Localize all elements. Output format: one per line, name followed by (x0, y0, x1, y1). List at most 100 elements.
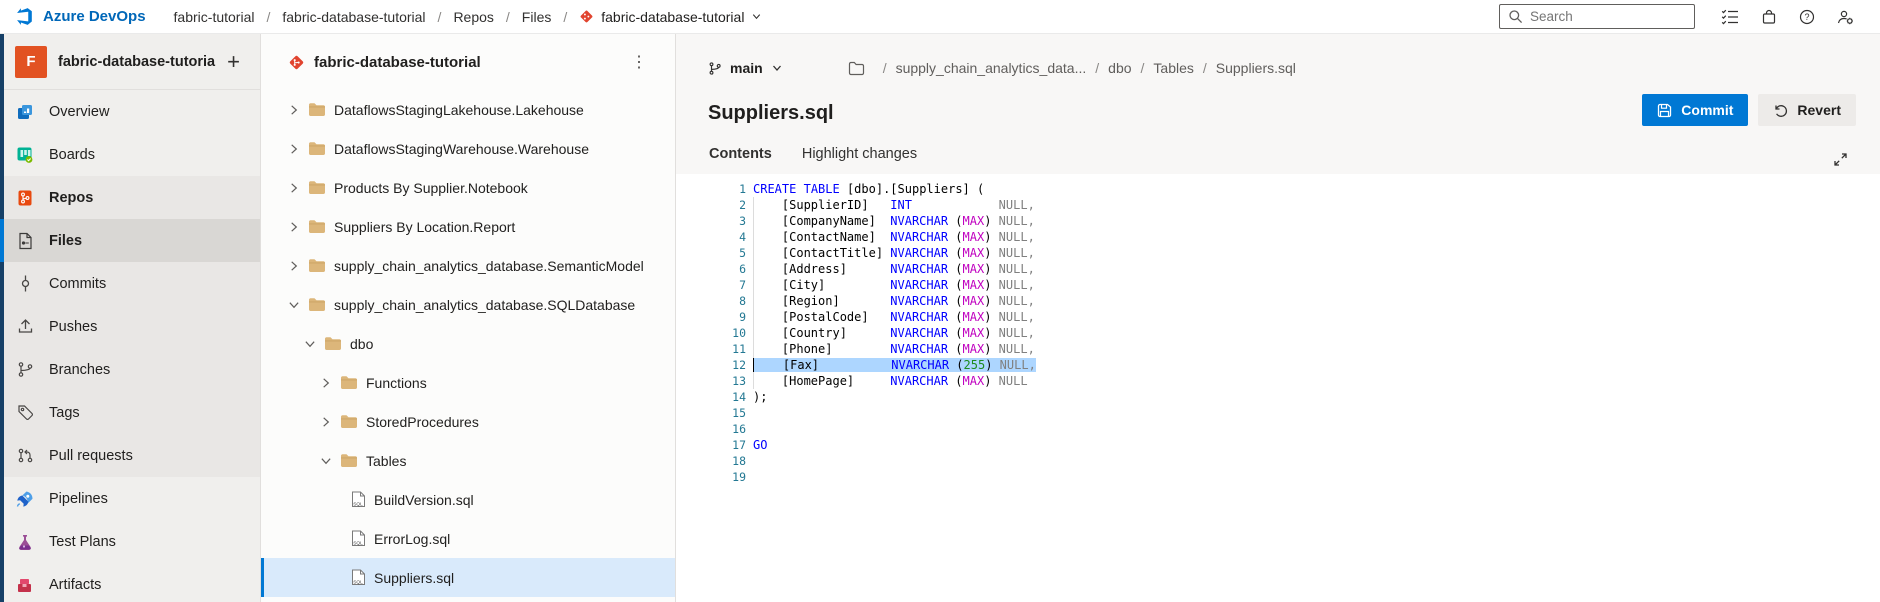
chevron-down-icon[interactable] (319, 455, 332, 467)
breadcrumb-item-fabric-database-tutorial[interactable]: fabric-database-tutorial (282, 9, 425, 25)
sidebar-item-pushes[interactable]: Pushes (0, 305, 260, 348)
add-project-button[interactable]: + (227, 51, 240, 73)
line-number[interactable]: 8 (676, 293, 746, 309)
path-segment-suppliers-sql[interactable]: Suppliers.sql (1216, 60, 1296, 76)
tree-item-suppliers-sql[interactable]: SQLSuppliers.sql (261, 558, 675, 597)
code-line[interactable]: 14); (676, 389, 1880, 405)
sidebar-item-test-plans[interactable]: Test Plans (0, 520, 260, 563)
line-number[interactable]: 9 (676, 309, 746, 325)
path-segment-tables[interactable]: Tables (1153, 60, 1193, 76)
code-line[interactable]: 7 [City] NVARCHAR (MAX) NULL, (676, 277, 1880, 293)
tree-item-functions[interactable]: Functions (261, 363, 675, 402)
sidebar-item-commits[interactable]: Commits (0, 262, 260, 305)
code-line[interactable]: 18 (676, 453, 1880, 469)
line-number[interactable]: 11 (676, 341, 746, 357)
line-number[interactable]: 13 (676, 373, 746, 389)
line-number[interactable]: 4 (676, 229, 746, 245)
code-line[interactable]: 8 [Region] NVARCHAR (MAX) NULL, (676, 293, 1880, 309)
code-line[interactable]: 13 [HomePage] NVARCHAR (MAX) NULL (676, 373, 1880, 389)
tab-contents[interactable]: Contents (708, 144, 773, 174)
sidebar-item-branches[interactable]: Branches (0, 348, 260, 391)
tab-highlight-changes[interactable]: Highlight changes (801, 144, 918, 174)
project-avatar[interactable]: F (15, 46, 47, 78)
code-line[interactable]: 16 (676, 421, 1880, 437)
search-box[interactable] (1499, 4, 1695, 29)
path-segment-dbo[interactable]: dbo (1108, 60, 1131, 76)
code-line[interactable]: 17GO (676, 437, 1880, 453)
tree-item-supply-chain-analytics-database-semanticmodel[interactable]: supply_chain_analytics_database.Semantic… (261, 246, 675, 285)
path-segment-supply-chain-analytics-data[interactable]: supply_chain_analytics_data... (896, 60, 1087, 76)
code-line[interactable]: 11 [Phone] NVARCHAR (MAX) NULL, (676, 341, 1880, 357)
help-icon[interactable]: ? (1799, 9, 1815, 25)
line-number[interactable]: 5 (676, 245, 746, 261)
brand-title[interactable]: Azure DevOps (43, 8, 146, 25)
line-number[interactable]: 14 (676, 389, 746, 405)
line-number[interactable]: 3 (676, 213, 746, 229)
code-line[interactable]: 6 [Address] NVARCHAR (MAX) NULL, (676, 261, 1880, 277)
sidebar-item-pull-requests[interactable]: Pull requests (0, 434, 260, 477)
more-options-icon[interactable]: ⋮ (631, 52, 647, 72)
tree-item-storedprocedures[interactable]: StoredProcedures (261, 402, 675, 441)
code-line[interactable]: 12 [Fax] NVARCHAR (255) NULL, (676, 357, 1880, 373)
chevron-right-icon[interactable] (287, 221, 300, 233)
tree-item-products-by-supplier-notebook[interactable]: Products By Supplier.Notebook (261, 168, 675, 207)
line-number[interactable]: 12 (676, 357, 746, 373)
line-number[interactable]: 7 (676, 277, 746, 293)
folder-outline-icon[interactable] (848, 61, 865, 76)
chevron-right-icon[interactable] (287, 182, 300, 194)
branch-selector[interactable]: main (708, 60, 783, 76)
code-line[interactable]: 1CREATE TABLE [dbo].[Suppliers] ( (676, 181, 1880, 197)
line-number[interactable]: 10 (676, 325, 746, 341)
breadcrumb-item-fabric-tutorial[interactable]: fabric-tutorial (174, 9, 255, 25)
line-number[interactable]: 2 (676, 197, 746, 213)
sidebar-item-boards[interactable]: Boards (0, 133, 260, 176)
fullscreen-icon[interactable] (1833, 152, 1848, 167)
repo-name[interactable]: fabric-database-tutorial (314, 54, 481, 71)
user-settings-icon[interactable] (1837, 9, 1854, 25)
breadcrumb-item-repos[interactable]: Repos (453, 9, 493, 25)
commit-button[interactable]: Commit (1642, 94, 1748, 126)
code-line[interactable]: 4 [ContactName] NVARCHAR (MAX) NULL, (676, 229, 1880, 245)
code-line[interactable]: 19 (676, 469, 1880, 485)
tree-item-supply-chain-analytics-database-sqldatabase[interactable]: supply_chain_analytics_database.SQLDatab… (261, 285, 675, 324)
sidebar-item-artifacts[interactable]: Artifacts (0, 563, 260, 602)
code-line[interactable]: 3 [CompanyName] NVARCHAR (MAX) NULL, (676, 213, 1880, 229)
chevron-right-icon[interactable] (287, 104, 300, 116)
chevron-right-icon[interactable] (287, 260, 300, 272)
line-number[interactable]: 1 (676, 181, 746, 197)
marketplace-bag-icon[interactable] (1761, 9, 1777, 25)
repo-breadcrumb[interactable]: fabric-database-tutorial (579, 9, 762, 25)
line-number[interactable]: 18 (676, 453, 746, 469)
revert-button[interactable]: Revert (1758, 94, 1856, 126)
chevron-right-icon[interactable] (319, 416, 332, 428)
code-line[interactable]: 5 [ContactTitle] NVARCHAR (MAX) NULL, (676, 245, 1880, 261)
line-number[interactable]: 19 (676, 469, 746, 485)
sidebar-item-tags[interactable]: Tags (0, 391, 260, 434)
chevron-right-icon[interactable] (319, 377, 332, 389)
breadcrumb-item-files[interactable]: Files (522, 9, 552, 25)
tree-item-errorlog-sql[interactable]: SQLErrorLog.sql (261, 519, 675, 558)
line-number[interactable]: 15 (676, 405, 746, 421)
sidebar-item-overview[interactable]: Overview (0, 90, 260, 133)
project-name[interactable]: fabric-database-tutorial (58, 54, 216, 70)
line-number[interactable]: 6 (676, 261, 746, 277)
code-line[interactable]: 9 [PostalCode] NVARCHAR (MAX) NULL, (676, 309, 1880, 325)
azure-devops-logo-icon[interactable] (14, 7, 33, 26)
sidebar-item-repos[interactable]: Repos (0, 176, 260, 219)
code-line[interactable]: 10 [Country] NVARCHAR (MAX) NULL, (676, 325, 1880, 341)
sidebar-item-pipelines[interactable]: Pipelines (0, 477, 260, 520)
line-number[interactable]: 17 (676, 437, 746, 453)
code-line[interactable]: 2 [SupplierID] INT NULL, (676, 197, 1880, 213)
task-list-icon[interactable] (1721, 9, 1739, 25)
tree-item-buildversion-sql[interactable]: SQLBuildVersion.sql (261, 480, 675, 519)
code-line[interactable]: 15 (676, 405, 1880, 421)
tree-item-dbo[interactable]: dbo (261, 324, 675, 363)
chevron-down-icon[interactable] (287, 299, 300, 311)
chevron-down-icon[interactable] (303, 338, 316, 350)
sidebar-item-files[interactable]: Files (0, 219, 260, 262)
code-editor[interactable]: 1CREATE TABLE [dbo].[Suppliers] (2 [Supp… (676, 174, 1880, 602)
tree-item-suppliers-by-location-report[interactable]: Suppliers By Location.Report (261, 207, 675, 246)
tree-item-tables[interactable]: Tables (261, 441, 675, 480)
chevron-right-icon[interactable] (287, 143, 300, 155)
search-input[interactable] (1530, 9, 1686, 24)
